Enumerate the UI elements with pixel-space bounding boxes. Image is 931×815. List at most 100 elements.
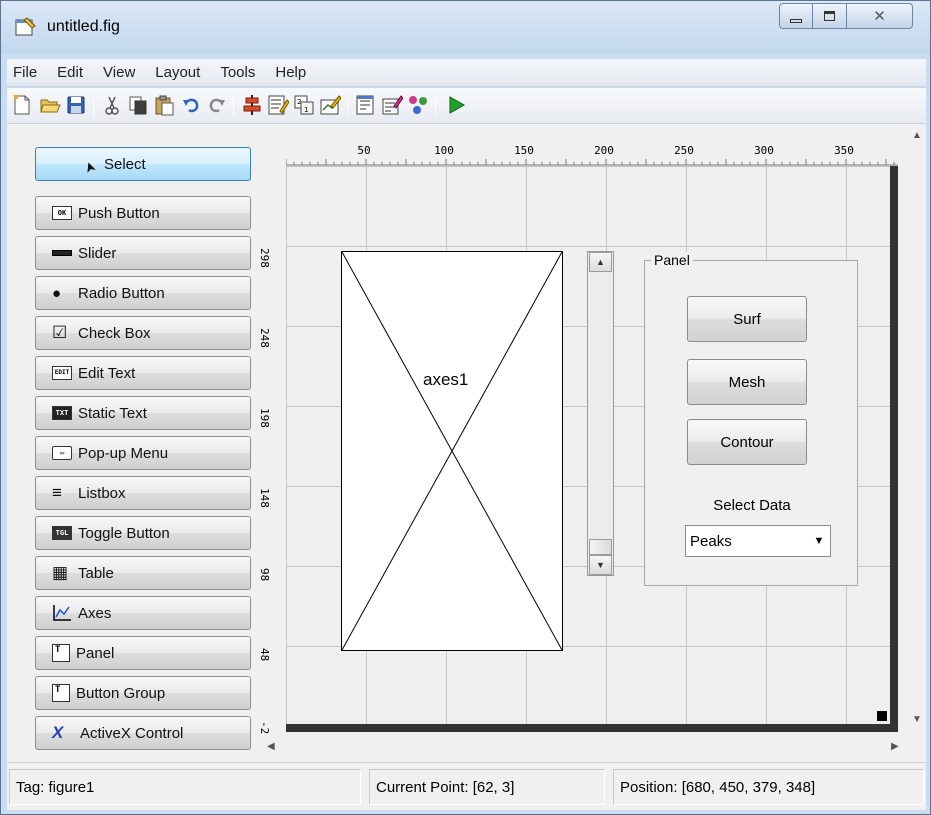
palette-static-text[interactable]: TXT Static Text: [35, 396, 251, 430]
property-inspector-icon[interactable]: [381, 94, 403, 116]
menu-file[interactable]: File: [7, 64, 47, 81]
palette-label: Check Box: [78, 324, 151, 342]
popup-menu-icon: ▭: [52, 446, 72, 460]
editor-vertical-scrollbar[interactable]: ▲ ▼: [907, 124, 926, 738]
ruler-label: 200: [594, 144, 614, 157]
palette-axes[interactable]: Axes: [35, 596, 251, 630]
palette-toggle-button[interactable]: TGL Toggle Button: [35, 516, 251, 550]
ruler-label: 300: [754, 144, 774, 157]
data-popup-menu[interactable]: Peaks ▼: [685, 525, 831, 557]
menu-layout[interactable]: Layout: [145, 64, 210, 81]
left-ruler: 298 248 198 148 98 48 -2: [255, 166, 285, 736]
palette-edit-text[interactable]: EDIT Edit Text: [35, 356, 251, 390]
guide-window: untitled.fig ✕ File Edit View Layout Too…: [0, 0, 931, 815]
palette-popup-menu[interactable]: ▭ Pop-up Menu: [35, 436, 251, 470]
palette-button-group[interactable]: T Button Group: [35, 676, 251, 710]
arrow-pointer-icon: ➤: [80, 158, 100, 176]
resize-handle[interactable]: [877, 711, 887, 721]
palette-check-box[interactable]: ☑ Check Box: [35, 316, 251, 350]
edit-text-icon: EDIT: [52, 366, 72, 380]
ruler-label: 150: [514, 144, 534, 157]
slider-up-arrow-icon[interactable]: ▲: [589, 252, 612, 272]
scroll-right-icon[interactable]: ▶: [891, 741, 899, 752]
menu-edit[interactable]: Edit: [47, 64, 93, 81]
window-title: untitled.fig: [47, 18, 120, 35]
redo-icon[interactable]: [205, 94, 227, 116]
tab-order-icon[interactable]: 12: [293, 94, 315, 116]
slider-icon: [52, 250, 72, 256]
ruler-label: 50: [357, 144, 371, 157]
save-icon[interactable]: [65, 94, 87, 116]
slider-down-arrow-icon[interactable]: ▼: [589, 555, 612, 575]
menu-tools[interactable]: Tools: [210, 64, 265, 81]
palette-radio-button[interactable]: ● Radio Button: [35, 276, 251, 310]
ruler-label: 100: [434, 144, 454, 157]
minimize-button[interactable]: [779, 3, 813, 29]
ruler-label: 198: [258, 408, 271, 428]
palette-label: Toggle Button: [78, 524, 170, 542]
top-ruler: 50 100 150 200 250 300 350: [286, 142, 898, 166]
palette-label: Pop-up Menu: [78, 444, 169, 462]
listbox-icon: ≡: [52, 483, 62, 502]
status-bar: Tag: figure1 Current Point: [62, 3] Posi…: [7, 762, 926, 810]
object-browser-icon[interactable]: [407, 94, 429, 116]
status-tag: Tag: figure1: [9, 769, 361, 805]
mesh-button[interactable]: Mesh: [687, 359, 807, 405]
menu-help[interactable]: Help: [265, 64, 316, 81]
status-position: Position: [680, 450, 379, 348]: [613, 769, 924, 805]
new-file-icon[interactable]: [11, 94, 33, 116]
ruler-label: 298: [258, 248, 271, 268]
palette-label: Select: [104, 155, 146, 173]
palette-panel[interactable]: T Panel: [35, 636, 251, 670]
palette-label: Radio Button: [78, 284, 165, 302]
palette-slider[interactable]: Slider: [35, 236, 251, 270]
open-folder-icon[interactable]: [39, 94, 61, 116]
scroll-down-icon[interactable]: ▼: [912, 714, 922, 725]
menu-editor-icon[interactable]: [267, 94, 289, 116]
slider-thumb[interactable]: [589, 539, 612, 555]
palette-table[interactable]: ▦ Table: [35, 556, 251, 590]
palette-activex-control[interactable]: X ActiveX Control: [35, 716, 251, 750]
toolbar-editor-icon[interactable]: [319, 94, 341, 116]
close-icon: ✕: [873, 8, 886, 25]
radio-button-icon: ●: [52, 284, 62, 302]
scroll-left-icon[interactable]: ◀: [267, 741, 275, 752]
cut-icon[interactable]: [101, 94, 123, 116]
maximize-button[interactable]: [813, 3, 847, 29]
close-button[interactable]: ✕: [847, 3, 913, 29]
run-figure-icon[interactable]: [445, 94, 467, 116]
maximize-icon: [824, 11, 835, 21]
palette-push-button[interactable]: OK Push Button: [35, 196, 251, 230]
ruler-ticks: [286, 159, 898, 166]
vertical-slider[interactable]: ▲ ▼: [587, 251, 614, 576]
palette-listbox[interactable]: ≡ Listbox: [35, 476, 251, 510]
palette-label: Listbox: [78, 484, 126, 502]
surf-button[interactable]: Surf: [687, 296, 807, 342]
figure-canvas[interactable]: axes1 ▲ ▼ Panel Surf Mesh Contour Select…: [286, 166, 898, 732]
palette-select[interactable]: ➤ Select: [35, 147, 251, 181]
copy-icon[interactable]: [127, 94, 149, 116]
palette-label: Static Text: [78, 404, 147, 422]
palette-label: Edit Text: [78, 364, 136, 382]
activex-icon: X: [52, 723, 64, 742]
table-icon: ▦: [52, 563, 69, 582]
panel-container[interactable]: Panel Surf Mesh Contour Select Data Peak…: [644, 252, 858, 586]
button-group-icon: T: [52, 684, 70, 702]
check-box-icon: ☑: [52, 323, 68, 342]
align-objects-icon[interactable]: [241, 94, 263, 116]
menu-bar: File Edit View Layout Tools Help: [7, 59, 926, 87]
menu-view[interactable]: View: [93, 64, 145, 81]
ruler-label: 248: [258, 328, 271, 348]
scroll-up-icon[interactable]: ▲: [912, 130, 922, 141]
editor-horizontal-scrollbar[interactable]: ◀ ▶: [263, 738, 907, 756]
panel-icon: T: [52, 644, 70, 662]
ruler-label: 48: [258, 648, 271, 662]
axes1-placeholder[interactable]: axes1: [341, 251, 563, 651]
push-button-icon: OK: [52, 206, 72, 220]
undo-icon[interactable]: [181, 94, 203, 116]
svg-text:2: 2: [297, 98, 301, 106]
paste-icon[interactable]: [153, 94, 175, 116]
contour-button[interactable]: Contour: [687, 419, 807, 465]
ruler-label: 98: [258, 568, 271, 582]
editor-icon[interactable]: [355, 94, 377, 116]
